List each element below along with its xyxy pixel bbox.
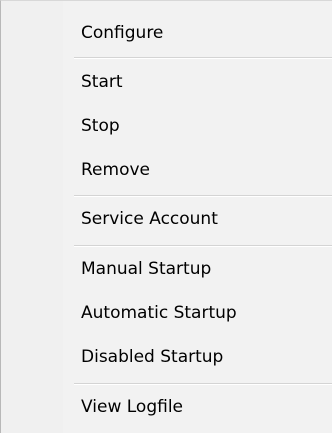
menu-item-label: Disabled Startup xyxy=(81,347,224,367)
menu-separator xyxy=(74,57,332,59)
menu-item-label: Remove xyxy=(81,160,150,180)
menu-item-disabled-startup[interactable]: Disabled Startup xyxy=(2,337,332,377)
menu-separator xyxy=(74,383,332,385)
menu-item-view-logfile[interactable]: View Logfile xyxy=(2,387,332,427)
menu-item-label: View Logfile xyxy=(81,397,183,417)
menu-item-label: Start xyxy=(81,72,123,92)
menu-item-stop[interactable]: Stop xyxy=(2,106,332,146)
menu-item-remove[interactable]: Remove xyxy=(2,150,332,190)
menu-item-label: Configure xyxy=(81,23,164,43)
menu-item-service-account[interactable]: Service Account xyxy=(2,199,332,239)
context-menu: Configure Start Stop Remove Service Acco… xyxy=(0,0,332,433)
menu-item-label: Stop xyxy=(81,116,120,136)
menu-separator xyxy=(74,245,332,247)
menu-item-label: Service Account xyxy=(81,209,218,229)
menu-item-label: Manual Startup xyxy=(81,259,212,279)
menu-item-start[interactable]: Start xyxy=(2,62,332,102)
menu-item-automatic-startup[interactable]: Automatic Startup xyxy=(2,293,332,333)
menu-item-manual-startup[interactable]: Manual Startup xyxy=(2,249,332,289)
menu-item-label: Automatic Startup xyxy=(81,303,237,323)
menu-item-configure[interactable]: Configure xyxy=(2,13,332,53)
menu-separator xyxy=(74,195,332,197)
